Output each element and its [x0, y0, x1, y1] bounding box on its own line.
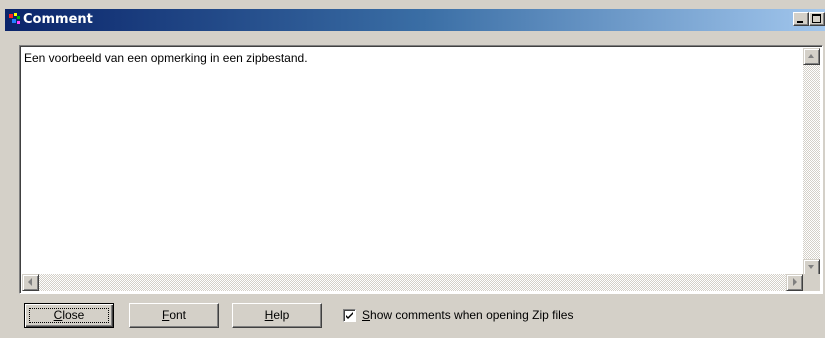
title-bar[interactable]: Comment: [5, 9, 825, 31]
comment-text[interactable]: Een voorbeeld van een opmerking in een z…: [24, 51, 308, 65]
show-comments-label[interactable]: Show comments when opening Zip files: [362, 308, 573, 322]
maximize-button[interactable]: [809, 12, 825, 26]
arrow-up-icon: [808, 54, 814, 58]
font-button[interactable]: Font: [129, 303, 219, 328]
arrow-left-icon: [28, 278, 32, 286]
window-title: Comment: [23, 12, 93, 27]
vertical-scrollbar[interactable]: [803, 48, 820, 276]
minimize-icon: [797, 21, 803, 23]
checkmark-icon: [346, 312, 353, 319]
maximize-icon: [812, 14, 821, 23]
show-comments-checkbox[interactable]: [343, 309, 356, 322]
comment-textarea[interactable]: Een voorbeeld van een opmerking in een z…: [19, 45, 823, 294]
scroll-up-button[interactable]: [803, 48, 820, 65]
comment-window: Comment Een voorbeeld van een opmerking …: [0, 0, 825, 338]
help-button-label: Help: [264, 308, 290, 322]
winzip-app-icon: [9, 13, 21, 25]
help-button[interactable]: Help: [232, 303, 322, 328]
close-button[interactable]: Close: [24, 303, 114, 328]
horizontal-scrollbar[interactable]: [22, 274, 803, 291]
arrow-down-icon: [808, 265, 814, 269]
scroll-left-button[interactable]: [22, 274, 39, 291]
arrow-right-icon: [793, 278, 797, 286]
font-button-label: Font: [161, 308, 187, 322]
size-grip: [803, 274, 820, 291]
close-button-label: Close: [53, 308, 85, 322]
scroll-right-button[interactable]: [786, 274, 803, 291]
minimize-button[interactable]: [793, 12, 809, 26]
